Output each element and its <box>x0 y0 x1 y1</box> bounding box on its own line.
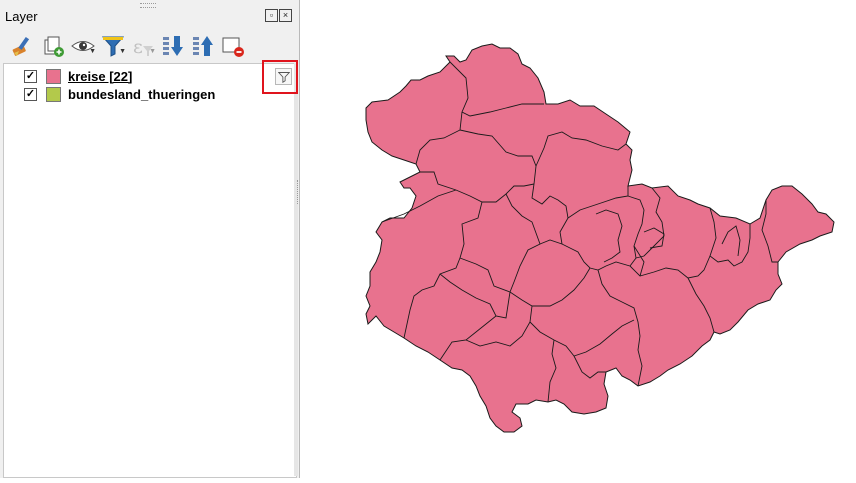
add-group-button[interactable] <box>38 32 68 60</box>
panel-title: Layer <box>5 9 38 24</box>
layer-item-bundesland-thueringen[interactable]: ✓ bundesland_thueringen <box>24 86 215 102</box>
filter-expression-button[interactable]: ε ▼ <box>128 32 158 60</box>
remove-layer-button[interactable] <box>218 32 248 60</box>
thueringen-districts-map <box>365 43 835 433</box>
layer-color-swatch <box>46 68 61 84</box>
collapse-all-icon <box>193 36 213 56</box>
dropdown-arrow-icon: ▼ <box>89 48 96 55</box>
filter-icon <box>277 71 290 83</box>
layer-color-swatch <box>46 86 61 102</box>
filter-indicator-highlight <box>262 60 298 94</box>
filter-legend-button[interactable]: ▼ <box>98 32 128 60</box>
layer-visibility-checkbox[interactable]: ✓ <box>24 69 37 83</box>
layer-item-kreise[interactable]: ✓ kreise [22] <box>24 68 132 84</box>
open-layer-styling-icon <box>12 36 30 56</box>
layer-tree: ✓ kreise [22] ✓ bundesland_thueringen <box>3 63 297 478</box>
expand-all-icon <box>163 36 183 56</box>
manage-visibility-button[interactable]: ▼ <box>68 32 98 60</box>
layer-label: kreise [22] <box>68 68 133 84</box>
add-group-icon <box>44 36 64 57</box>
float-panel-button[interactable]: ▫ <box>265 9 278 22</box>
layer-label: bundesland_thueringen <box>68 86 216 102</box>
layer-tree-scrollbar[interactable] <box>294 63 298 476</box>
dropdown-arrow-icon: ▼ <box>119 48 126 55</box>
collapse-all-button[interactable] <box>188 32 218 60</box>
remove-layer-icon <box>222 37 244 57</box>
layers-toolbar: ▼ ▼ ε ▼ <box>8 32 248 60</box>
filter-indicator-button[interactable] <box>275 68 292 85</box>
map-canvas[interactable] <box>300 0 856 478</box>
district-outline[interactable] <box>365 43 835 433</box>
open-layer-styling-button[interactable] <box>8 32 38 60</box>
dropdown-arrow-icon: ▼ <box>149 48 156 55</box>
panel-grip[interactable] <box>140 3 156 8</box>
layer-visibility-checkbox[interactable]: ✓ <box>24 87 37 101</box>
svg-text:ε: ε <box>133 36 143 58</box>
close-panel-button[interactable]: × <box>279 9 292 22</box>
expand-all-button[interactable] <box>158 32 188 60</box>
layers-panel: Layer ▫ × ▼ ▼ ε ▼ ✓ kreise [22] ✓ bundes… <box>0 0 300 478</box>
